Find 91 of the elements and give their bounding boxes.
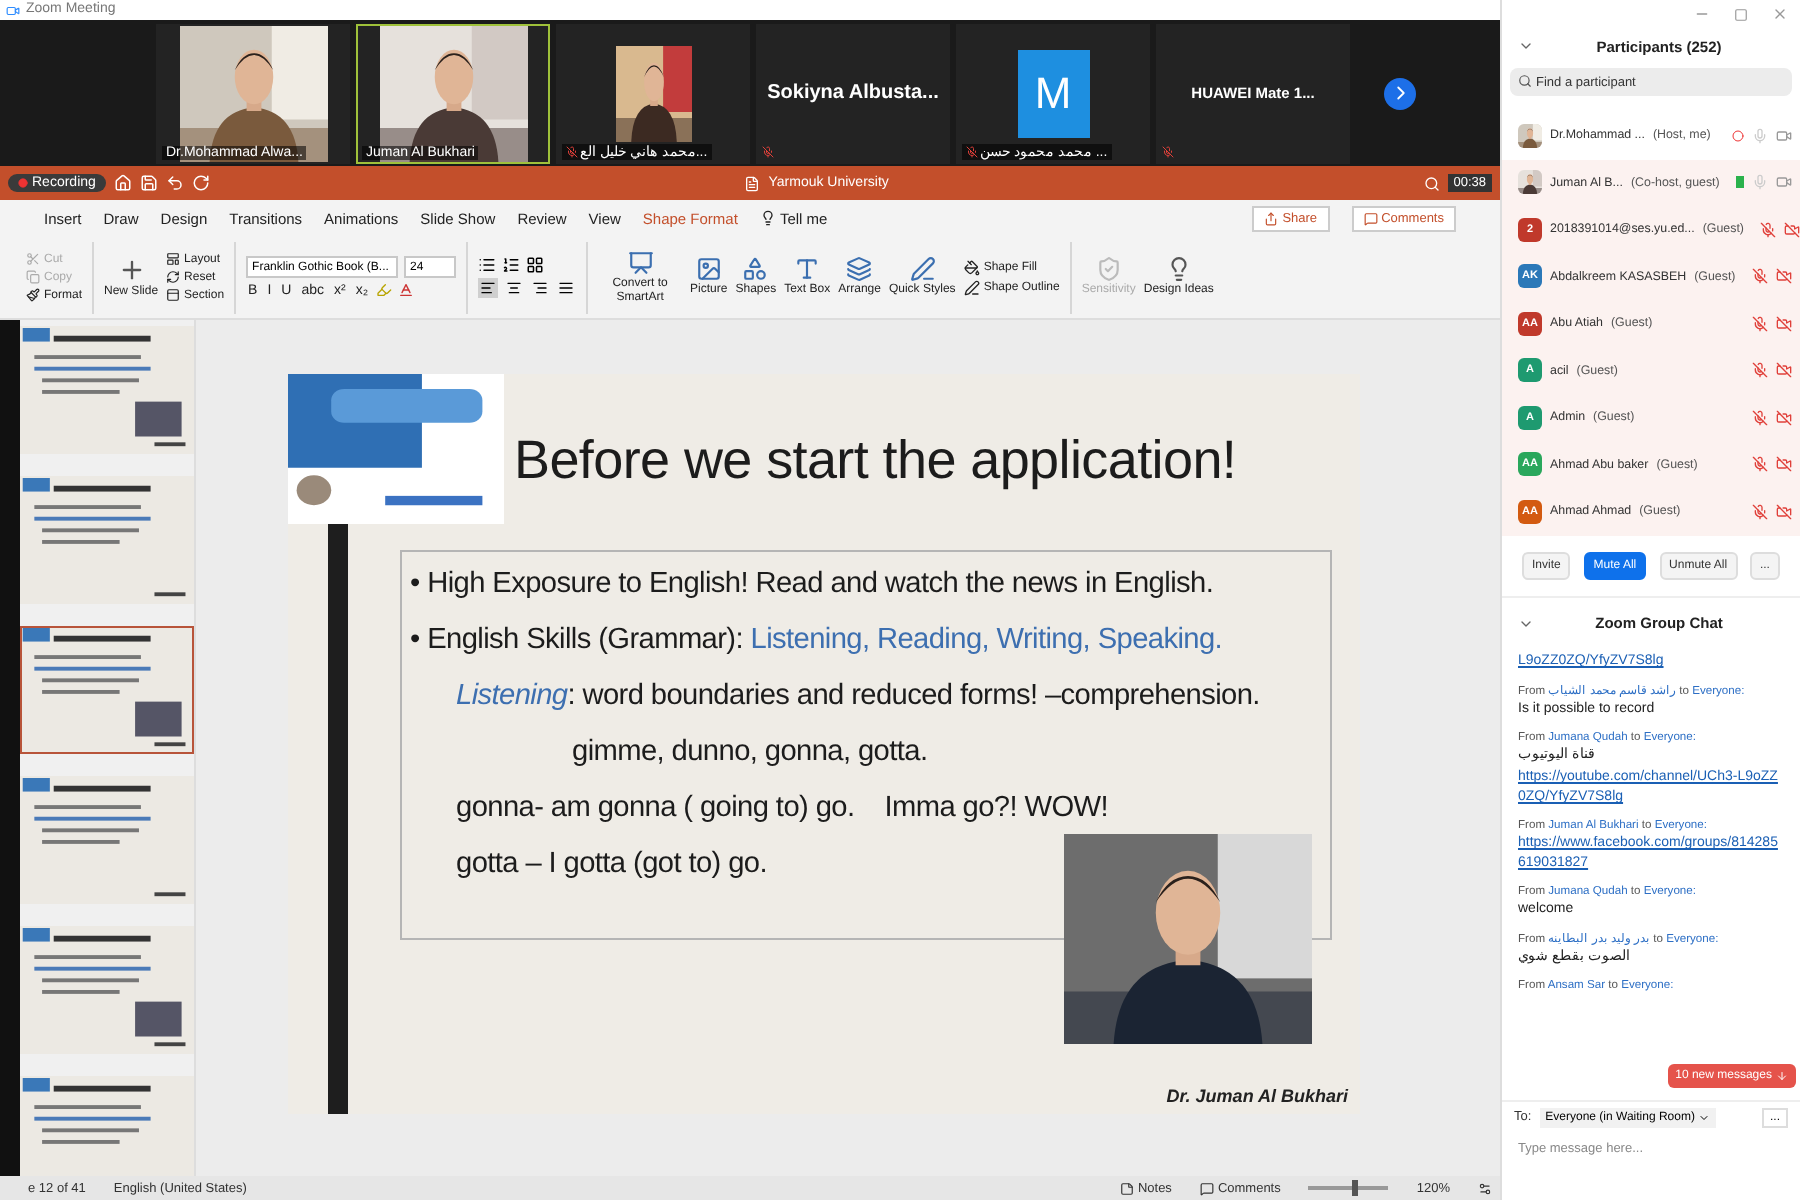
muted-mic-icon	[966, 145, 978, 157]
slide-text: gimme, dunno, gonna, gotta.	[570, 734, 930, 772]
slide-footer: Dr. Juman Al Bukhari	[1166, 1086, 1348, 1106]
muted-mic-icon	[1759, 221, 1776, 238]
comment-icon	[1199, 1181, 1214, 1195]
camera-off-icon	[1776, 315, 1792, 332]
plus-icon	[117, 255, 146, 283]
muted-mic-icon	[1752, 409, 1768, 426]
muted-mic-icon	[566, 145, 578, 157]
align-left-icon	[480, 280, 497, 296]
participant-name: Sokiyna Albusta...	[767, 82, 939, 104]
video-tile[interactable]: Sokiyna Albusta...	[756, 23, 950, 163]
align-button[interactable]	[504, 278, 525, 298]
numbering-icon[interactable]	[502, 256, 521, 274]
align-button[interactable]	[478, 278, 499, 298]
muted-mic-icon	[762, 145, 774, 157]
arrow-down-icon	[1776, 1070, 1788, 1082]
layout-icon	[166, 252, 181, 266]
slide-text: gotta – I gotta (got to) go.	[454, 846, 769, 884]
lightbulb-icon	[759, 210, 776, 226]
slide-thumbnail[interactable]	[20, 1076, 194, 1176]
slide-thumbnail[interactable]	[20, 776, 194, 904]
camera-icon	[1776, 174, 1792, 191]
redo-icon[interactable]	[191, 174, 210, 192]
mic-icon	[1752, 174, 1768, 191]
muted-mic-icon	[1752, 456, 1768, 473]
bullet-point: • English Skills (Grammar): Listening, Reading, Writing, Speaking.	[410, 622, 1225, 660]
close-icon[interactable]	[1772, 6, 1788, 22]
pen-icon	[909, 256, 936, 282]
caret-icon	[1698, 1111, 1711, 1123]
camera-icon	[1776, 127, 1792, 144]
home-icon[interactable]	[113, 174, 132, 192]
muted-mic-icon	[1752, 268, 1768, 285]
slide-thumbnail[interactable]	[20, 326, 194, 454]
section-icon	[166, 288, 181, 302]
copy-icon	[26, 270, 40, 284]
slide-text: Listening: word boundaries and reduced forms! –comprehension.	[454, 678, 1262, 716]
image-icon	[695, 256, 722, 282]
camera-off-icon	[1776, 268, 1792, 285]
mic-icon	[1752, 127, 1768, 144]
justify-icon	[558, 280, 575, 296]
fit-icon[interactable]	[1478, 1181, 1492, 1195]
slide-title: Before we start the application!	[514, 430, 1237, 492]
search-icon[interactable]	[1423, 175, 1440, 191]
participant-avatar: M	[1017, 49, 1089, 137]
camera-off-icon	[1776, 456, 1792, 473]
muted-mic-icon	[1752, 503, 1768, 520]
lightbulb-icon	[1165, 256, 1192, 282]
bullets-icon[interactable]	[478, 256, 497, 274]
text-icon	[794, 256, 821, 282]
paintbrush-icon	[26, 288, 40, 302]
align-right-icon	[532, 280, 549, 296]
undo-icon[interactable]	[165, 174, 184, 192]
document-icon	[744, 175, 761, 191]
share-icon	[1264, 211, 1279, 225]
slide-thumbnail[interactable]	[20, 626, 194, 754]
smartart-icon	[627, 249, 654, 275]
muted-mic-icon	[1752, 315, 1768, 332]
font-color-icon[interactable]	[398, 282, 415, 298]
slide-thumbnail[interactable]	[20, 926, 194, 1054]
slide-thumbnail[interactable]	[20, 476, 194, 604]
muted-mic-icon	[1162, 145, 1174, 157]
search-icon	[1518, 74, 1532, 88]
pen-icon	[963, 279, 980, 295]
comment-icon	[1363, 211, 1378, 225]
share-badge-icon	[1735, 176, 1744, 189]
next-page-button[interactable]	[1384, 77, 1416, 109]
save-icon[interactable]	[139, 174, 158, 192]
slide-text: gonna- am gonna ( going to) go. Imma go?! WOW!	[454, 790, 1110, 828]
align-button[interactable]	[530, 278, 551, 298]
camera-off-icon	[1776, 362, 1792, 379]
scissors-icon	[26, 252, 40, 266]
paint-bucket-icon	[963, 259, 980, 275]
muted-mic-icon	[1752, 362, 1768, 379]
record-icon	[1732, 129, 1744, 142]
layers-icon	[846, 256, 873, 282]
shield-icon	[1095, 256, 1122, 282]
bullet-point: • High Exposure to English! Read and watch the news in English.	[410, 566, 1216, 604]
zoom-icon	[6, 3, 20, 17]
camera-off-icon	[1783, 221, 1800, 238]
collapse-icon[interactable]	[1518, 38, 1534, 54]
text-box[interactable]	[400, 550, 1332, 940]
align-center-icon	[506, 280, 523, 296]
shapes-icon	[742, 256, 769, 282]
columns-icon[interactable]	[526, 256, 545, 274]
camera-off-icon	[1776, 409, 1792, 426]
note-icon	[1119, 1181, 1134, 1195]
camera-off-icon	[1776, 503, 1792, 520]
record-dot-icon	[18, 178, 28, 188]
reset-icon	[166, 270, 181, 284]
align-button[interactable]	[556, 278, 577, 298]
